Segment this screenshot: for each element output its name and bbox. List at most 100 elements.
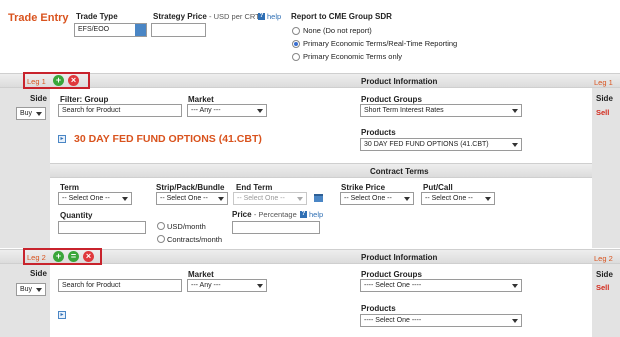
report-none-radio[interactable]: [292, 27, 300, 35]
dropdown-arrow-icon: [218, 197, 224, 201]
leg1-side-select[interactable]: Buy: [16, 107, 46, 120]
leg2-market-label: Market: [188, 270, 214, 279]
leg2-side-value: Buy: [20, 286, 33, 293]
leg1-products-label: Products: [361, 128, 396, 137]
leg1-product-groups-label: Product Groups: [361, 95, 422, 104]
strategy-price-help-link[interactable]: help: [267, 12, 281, 21]
leg2-right-side-label: Side: [596, 270, 613, 279]
expand-icon[interactable]: ▸: [58, 135, 66, 143]
leg1-price-input[interactable]: [232, 221, 320, 234]
dropdown-arrow-icon: [512, 109, 518, 113]
leg2-product-groups-select[interactable]: ---- Select One ----: [360, 279, 522, 292]
leg2-tag: Leg 2: [27, 253, 46, 262]
leg1-product-groups-value: Short Term Interest Rates: [364, 107, 444, 114]
leg1-usd-month-label: USD/month: [167, 222, 206, 231]
dropdown-arrow-icon: [122, 197, 128, 201]
leg2-product-groups-value: ---- Select One ----: [364, 282, 422, 289]
leg1-filter-label: Filter: Group: [60, 95, 109, 104]
report-pet-rt-radio[interactable]: [292, 40, 300, 48]
leg1-market-select[interactable]: --- Any ---: [187, 104, 267, 117]
dropdown-arrow-icon: [512, 143, 518, 147]
leg1-putcall-value: -- Select One --: [425, 195, 473, 202]
calendar-icon[interactable]: [314, 194, 323, 202]
leg1-product-title: 30 DAY FED FUND OPTIONS (41.CBT): [74, 133, 262, 145]
dropdown-arrow-icon: [257, 109, 263, 113]
leg2-right-side-value: Sell: [596, 283, 610, 292]
remove-icon[interactable]: ×: [68, 75, 79, 86]
report-pet-only-radio[interactable]: [292, 53, 300, 61]
expand-icon[interactable]: ▸: [58, 311, 66, 319]
leg1-side-label: Side: [30, 94, 47, 103]
leg1-quantity-label: Quantity: [60, 211, 93, 220]
dropdown-arrow-icon: [512, 319, 518, 323]
leg1-product-info-bar: Product Information: [0, 73, 620, 88]
report-title: Report to CME Group SDR: [291, 12, 392, 21]
leg1-putcall-select[interactable]: -- Select One --: [421, 192, 495, 205]
leg1-product-search-input[interactable]: Search for Product: [58, 104, 182, 117]
remove-icon[interactable]: ×: [83, 251, 94, 262]
leg1-right-tag: Leg 1: [594, 78, 613, 87]
leg1-tag: Leg 1: [27, 77, 46, 86]
help-icon[interactable]: ?: [300, 211, 307, 218]
leg1-quantity-input[interactable]: [58, 221, 146, 234]
leg1-products-value: 30 DAY FED FUND OPTIONS (41.CBT): [364, 141, 489, 148]
leg1-term-value: -- Select One --: [62, 195, 110, 202]
leg2-products-value: ---- Select One ----: [364, 317, 422, 324]
leg2-products-label: Products: [361, 304, 396, 313]
leg1-market-value: --- Any ---: [191, 107, 221, 114]
strategy-price-label: Strategy Price: [153, 12, 207, 21]
strategy-price-input[interactable]: [151, 23, 206, 37]
leg1-contract-terms-title: Contract Terms: [370, 167, 429, 176]
leg1-market-label: Market: [188, 95, 214, 104]
leg1-putcall-label: Put/Call: [423, 183, 453, 192]
leg2-side-select[interactable]: Buy: [16, 283, 46, 296]
leg1-strip-select[interactable]: -- Select One --: [156, 192, 228, 205]
leg2-product-groups-label: Product Groups: [361, 270, 422, 279]
leg2-products-select[interactable]: ---- Select One ----: [360, 314, 522, 327]
dropdown-arrow-icon: [512, 284, 518, 288]
leg1-end-term-value: -- Select One --: [237, 195, 285, 202]
leg2-product-info-title: Product Information: [361, 253, 438, 262]
trade-type-value: EFS/EOO: [78, 26, 110, 33]
dropdown-arrow-icon: [297, 197, 303, 201]
report-pet-only-label: Primary Economic Terms only: [303, 52, 403, 61]
leg1-price-label-group: Price - Percentage: [232, 210, 297, 219]
dropdown-arrow-icon: [404, 197, 410, 201]
dropdown-arrow-icon: [135, 24, 146, 36]
leg1-price-unit: - Percentage: [253, 210, 297, 219]
leg1-products-select[interactable]: 30 DAY FED FUND OPTIONS (41.CBT): [360, 138, 522, 151]
leg1-contracts-month-radio[interactable]: [157, 235, 165, 243]
trade-type-select[interactable]: EFS/EOO: [74, 23, 147, 37]
report-none-label: None (Do not report): [303, 26, 372, 35]
leg1-right-side-value: Sell: [596, 108, 610, 117]
page-title: Trade Entry: [8, 12, 69, 24]
leg1-strike-select[interactable]: -- Select One --: [340, 192, 414, 205]
leg2-market-select[interactable]: --- Any ---: [187, 279, 267, 292]
dropdown-arrow-icon: [36, 288, 42, 292]
leg1-usd-month-radio[interactable]: [157, 222, 165, 230]
leg1-term-select[interactable]: -- Select One --: [58, 192, 132, 205]
copy-icon[interactable]: =: [68, 251, 79, 262]
leg1-end-term-select[interactable]: -- Select One --: [233, 192, 307, 205]
leg2-product-search-input[interactable]: Search for Product: [58, 279, 182, 292]
leg2-side-label: Side: [30, 269, 47, 278]
report-pet-rt-label: Primary Economic Terms/Real-Time Reporti…: [303, 39, 458, 48]
leg1-term-label: Term: [60, 183, 79, 192]
trade-type-label: Trade Type: [76, 12, 118, 21]
leg1-product-search-placeholder: Search for Product: [62, 107, 121, 114]
leg1-side-value: Buy: [20, 110, 33, 117]
leg1-price-help-link[interactable]: help: [309, 210, 323, 219]
leg1-product-info-title: Product Information: [361, 77, 438, 86]
leg1-contract-terms-bar: Contract Terms: [50, 163, 592, 178]
help-icon[interactable]: ?: [258, 13, 265, 20]
leg1-strike-value: -- Select One --: [344, 195, 392, 202]
add-icon[interactable]: +: [53, 75, 64, 86]
leg1-contracts-month-label: Contracts/month: [167, 235, 223, 244]
dropdown-arrow-icon: [257, 284, 263, 288]
leg1-product-groups-select[interactable]: Short Term Interest Rates: [360, 104, 522, 117]
dropdown-arrow-icon: [36, 112, 42, 116]
leg1-price-label: Price: [232, 210, 252, 219]
add-icon[interactable]: +: [53, 251, 64, 262]
leg2-market-value: --- Any ---: [191, 282, 221, 289]
leg1-strip-value: -- Select One --: [160, 195, 208, 202]
